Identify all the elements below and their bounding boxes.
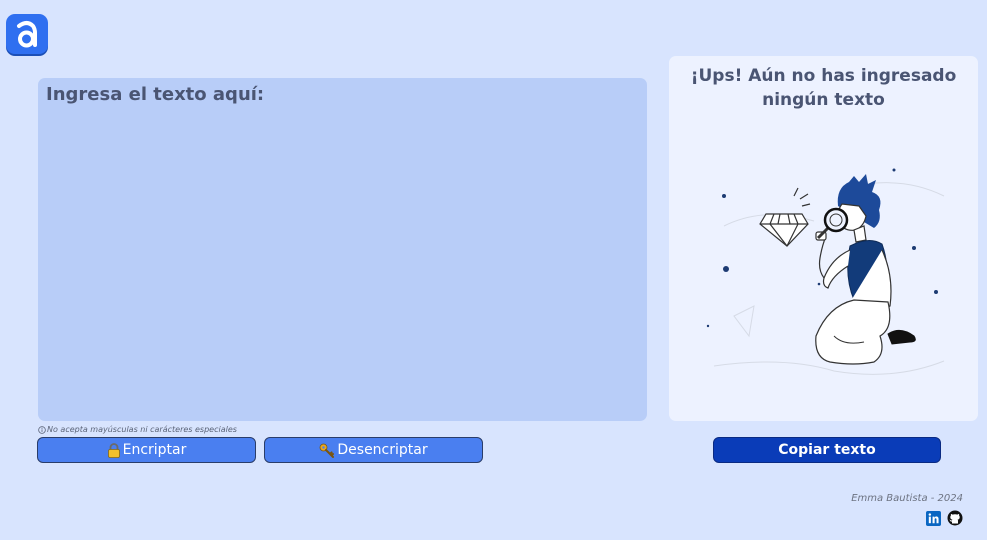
- github-link[interactable]: [947, 510, 963, 526]
- output-panel: ¡Ups! Aún no has ingresado ningún texto: [669, 56, 978, 421]
- encrypt-label: Encriptar: [122, 442, 187, 458]
- input-note: No acepta mayúsculas ni carácteres espec…: [38, 425, 237, 434]
- empty-message: ¡Ups! Aún no has ingresado ningún texto: [690, 66, 957, 110]
- key-icon: [319, 443, 335, 458]
- copy-button[interactable]: Copiar texto: [713, 437, 941, 463]
- info-icon: [38, 425, 46, 434]
- encrypt-button[interactable]: Encriptar: [37, 437, 256, 463]
- copy-label: Copiar texto: [778, 442, 876, 458]
- github-icon: [947, 510, 963, 526]
- person-with-magnifier-illustration: [706, 168, 945, 375]
- logo-a-icon: [17, 21, 37, 48]
- lock-icon: [107, 442, 120, 458]
- linkedin-icon: [925, 510, 941, 526]
- decrypt-label: Desencriptar: [337, 442, 428, 458]
- text-input[interactable]: [38, 78, 647, 421]
- app-logo[interactable]: [6, 14, 48, 54]
- author-credit: Emma Bautista - 2024: [851, 493, 963, 504]
- linkedin-link[interactable]: [925, 510, 941, 526]
- social-links: [925, 510, 963, 526]
- input-panel: [38, 78, 647, 421]
- decrypt-button[interactable]: Desencriptar: [264, 437, 483, 463]
- note-text: No acepta mayúsculas ni carácteres espec…: [47, 425, 237, 434]
